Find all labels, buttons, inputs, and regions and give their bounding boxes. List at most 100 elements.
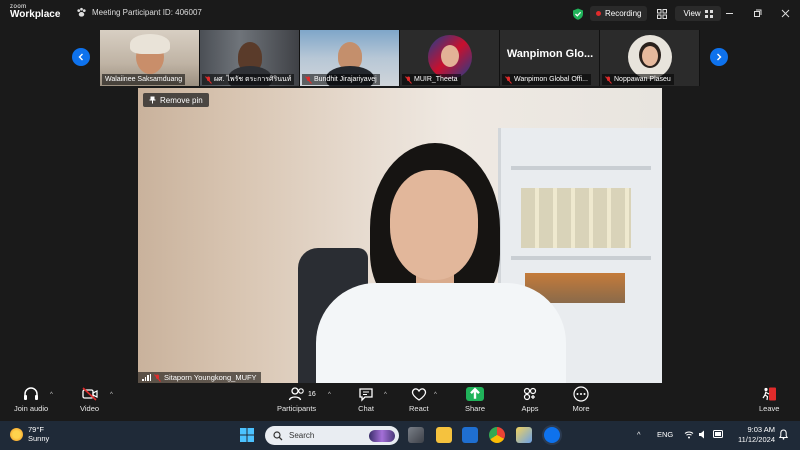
grid-icon[interactable] [657, 8, 668, 19]
share-screen-icon [466, 387, 484, 401]
windows-start-icon[interactable] [239, 427, 255, 443]
view-grid-icon [704, 9, 713, 18]
video-button[interactable]: Video [80, 386, 99, 413]
clock-time: 9:03 AM [747, 425, 775, 434]
join-audio-button[interactable]: Join audio [14, 386, 48, 413]
weather-temp: 79°F [28, 425, 44, 434]
weather-widget[interactable]: 79°F Sunny [10, 425, 49, 443]
apps-label: Apps [521, 404, 539, 413]
react-button[interactable]: React [409, 386, 429, 413]
leave-button[interactable]: Leave [759, 386, 779, 413]
sun-icon [10, 427, 23, 441]
pin-icon [149, 96, 156, 104]
more-label: More [572, 404, 590, 413]
react-options-caret-icon[interactable]: ^ [434, 392, 437, 398]
thumbnail-name-label: Bundhit Jirajariyavej [302, 74, 380, 85]
participants-icon [288, 387, 304, 401]
shelf-board [511, 256, 651, 260]
mic-off-icon [605, 75, 612, 84]
chrome-icon[interactable] [489, 427, 505, 443]
search-icon [273, 430, 283, 440]
outlook-icon[interactable] [462, 427, 478, 443]
meeting-id-text: Meeting Participant ID: 406007 [92, 8, 202, 17]
participant-thumbnail[interactable]: Wanpimon Glo... Wanpimon Global Offi... [500, 30, 600, 86]
title-bar: zoom Workplace Meeting Participant ID: 4… [0, 0, 800, 28]
speaker-body [316, 283, 566, 383]
mic-off-icon [205, 75, 212, 84]
chevron-left-icon [78, 53, 83, 61]
recording-area: Recording View [572, 5, 721, 22]
participant-thumbnail[interactable]: Bundhit Jirajariyavej [300, 30, 400, 86]
mic-off-icon [305, 75, 312, 84]
leave-icon [762, 387, 777, 401]
audio-options-caret-icon[interactable]: ^ [50, 392, 53, 398]
wifi-icon[interactable] [684, 430, 694, 439]
mic-off-icon [154, 373, 161, 382]
thumbnail-name-label: ผศ. ไพรัช ตระการศิรินนท์ [202, 74, 295, 85]
join-audio-label: Join audio [14, 404, 49, 413]
maximize-icon[interactable] [750, 6, 764, 20]
participant-thumbnail[interactable]: MUIR_Theeta [400, 30, 500, 86]
battery-icon[interactable] [713, 430, 724, 438]
app-icon[interactable] [516, 427, 532, 443]
apps-icon [523, 387, 537, 401]
strip-prev-button[interactable] [72, 48, 90, 66]
participant-hair [130, 34, 170, 54]
remove-pin-button[interactable]: Remove pin [143, 93, 209, 107]
minimize-icon[interactable] [722, 6, 736, 20]
zoom-taskbar-icon[interactable] [544, 427, 560, 443]
brand-line2: Workplace [10, 9, 61, 20]
leave-label: Leave [759, 404, 780, 413]
shield-check-icon[interactable] [572, 8, 584, 20]
active-speaker-video[interactable] [138, 88, 662, 383]
chat-button[interactable]: Chat [357, 386, 375, 413]
chat-options-caret-icon[interactable]: ^ [384, 392, 387, 398]
shelf-board [511, 166, 651, 170]
more-icon [573, 386, 589, 402]
volume-icon[interactable] [698, 430, 708, 439]
close-icon[interactable] [778, 6, 792, 20]
participant-thumbnail[interactable]: Noppawan Plaseu [600, 30, 700, 86]
video-options-caret-icon[interactable]: ^ [110, 392, 113, 398]
speaker-name-label: Sitaporn Youngkong_MUFY [138, 372, 261, 383]
speaker-face [390, 170, 478, 280]
signal-strength-icon [142, 374, 151, 381]
recording-indicator[interactable]: Recording [590, 6, 648, 21]
participant-thumbnail[interactable]: ผศ. ไพรัช ตระการศิรินนท์ [200, 30, 300, 86]
thumbnail-name-label: MUIR_Theeta [402, 74, 461, 85]
file-explorer-icon[interactable] [436, 427, 452, 443]
participant-strip: Walaiinee Saksamduang ผศ. ไพรัช ตระการศิ… [100, 30, 700, 86]
view-button[interactable]: View [675, 6, 721, 21]
strip-next-button[interactable] [710, 48, 728, 66]
taskbar-clock[interactable]: 9:03 AM 11/12/2024 [731, 425, 775, 445]
language-indicator[interactable]: ENG [657, 430, 673, 439]
chevron-right-icon [717, 53, 722, 61]
taskbar-search-box[interactable]: Search [265, 426, 399, 445]
participants-count: 16 [308, 391, 316, 398]
view-label: View [683, 9, 701, 18]
headphones-icon [24, 387, 39, 400]
participants-options-caret-icon[interactable]: ^ [328, 392, 331, 398]
task-view-icon[interactable] [408, 427, 424, 443]
search-highlight-icon [369, 429, 395, 442]
share-button[interactable]: Share [465, 386, 485, 413]
thumbnail-name-label: Walaiinee Saksamduang [102, 74, 186, 85]
video-off-icon [81, 387, 98, 401]
participant-avatar [628, 35, 672, 79]
clock-date: 11/12/2024 [738, 435, 775, 444]
thumbnail-name-label: Wanpimon Global Offi... [502, 74, 591, 85]
zoom-logo: zoom Workplace [10, 4, 60, 20]
heart-icon [411, 388, 426, 401]
avatar-face [441, 45, 459, 67]
notification-bell-icon[interactable] [779, 429, 788, 440]
avatar-face [642, 46, 658, 66]
mic-off-icon [405, 75, 412, 84]
participant-thumbnail[interactable]: Walaiinee Saksamduang [100, 30, 200, 86]
recording-label: Recording [605, 9, 642, 18]
apps-button[interactable]: Apps [521, 386, 539, 413]
react-label: React [409, 404, 429, 413]
tray-chevron-icon[interactable]: ^ [637, 430, 641, 439]
more-button[interactable]: More [572, 386, 590, 413]
meeting-info[interactable]: Meeting Participant ID: 406007 [76, 7, 202, 18]
weather-condition: Sunny [28, 434, 50, 443]
